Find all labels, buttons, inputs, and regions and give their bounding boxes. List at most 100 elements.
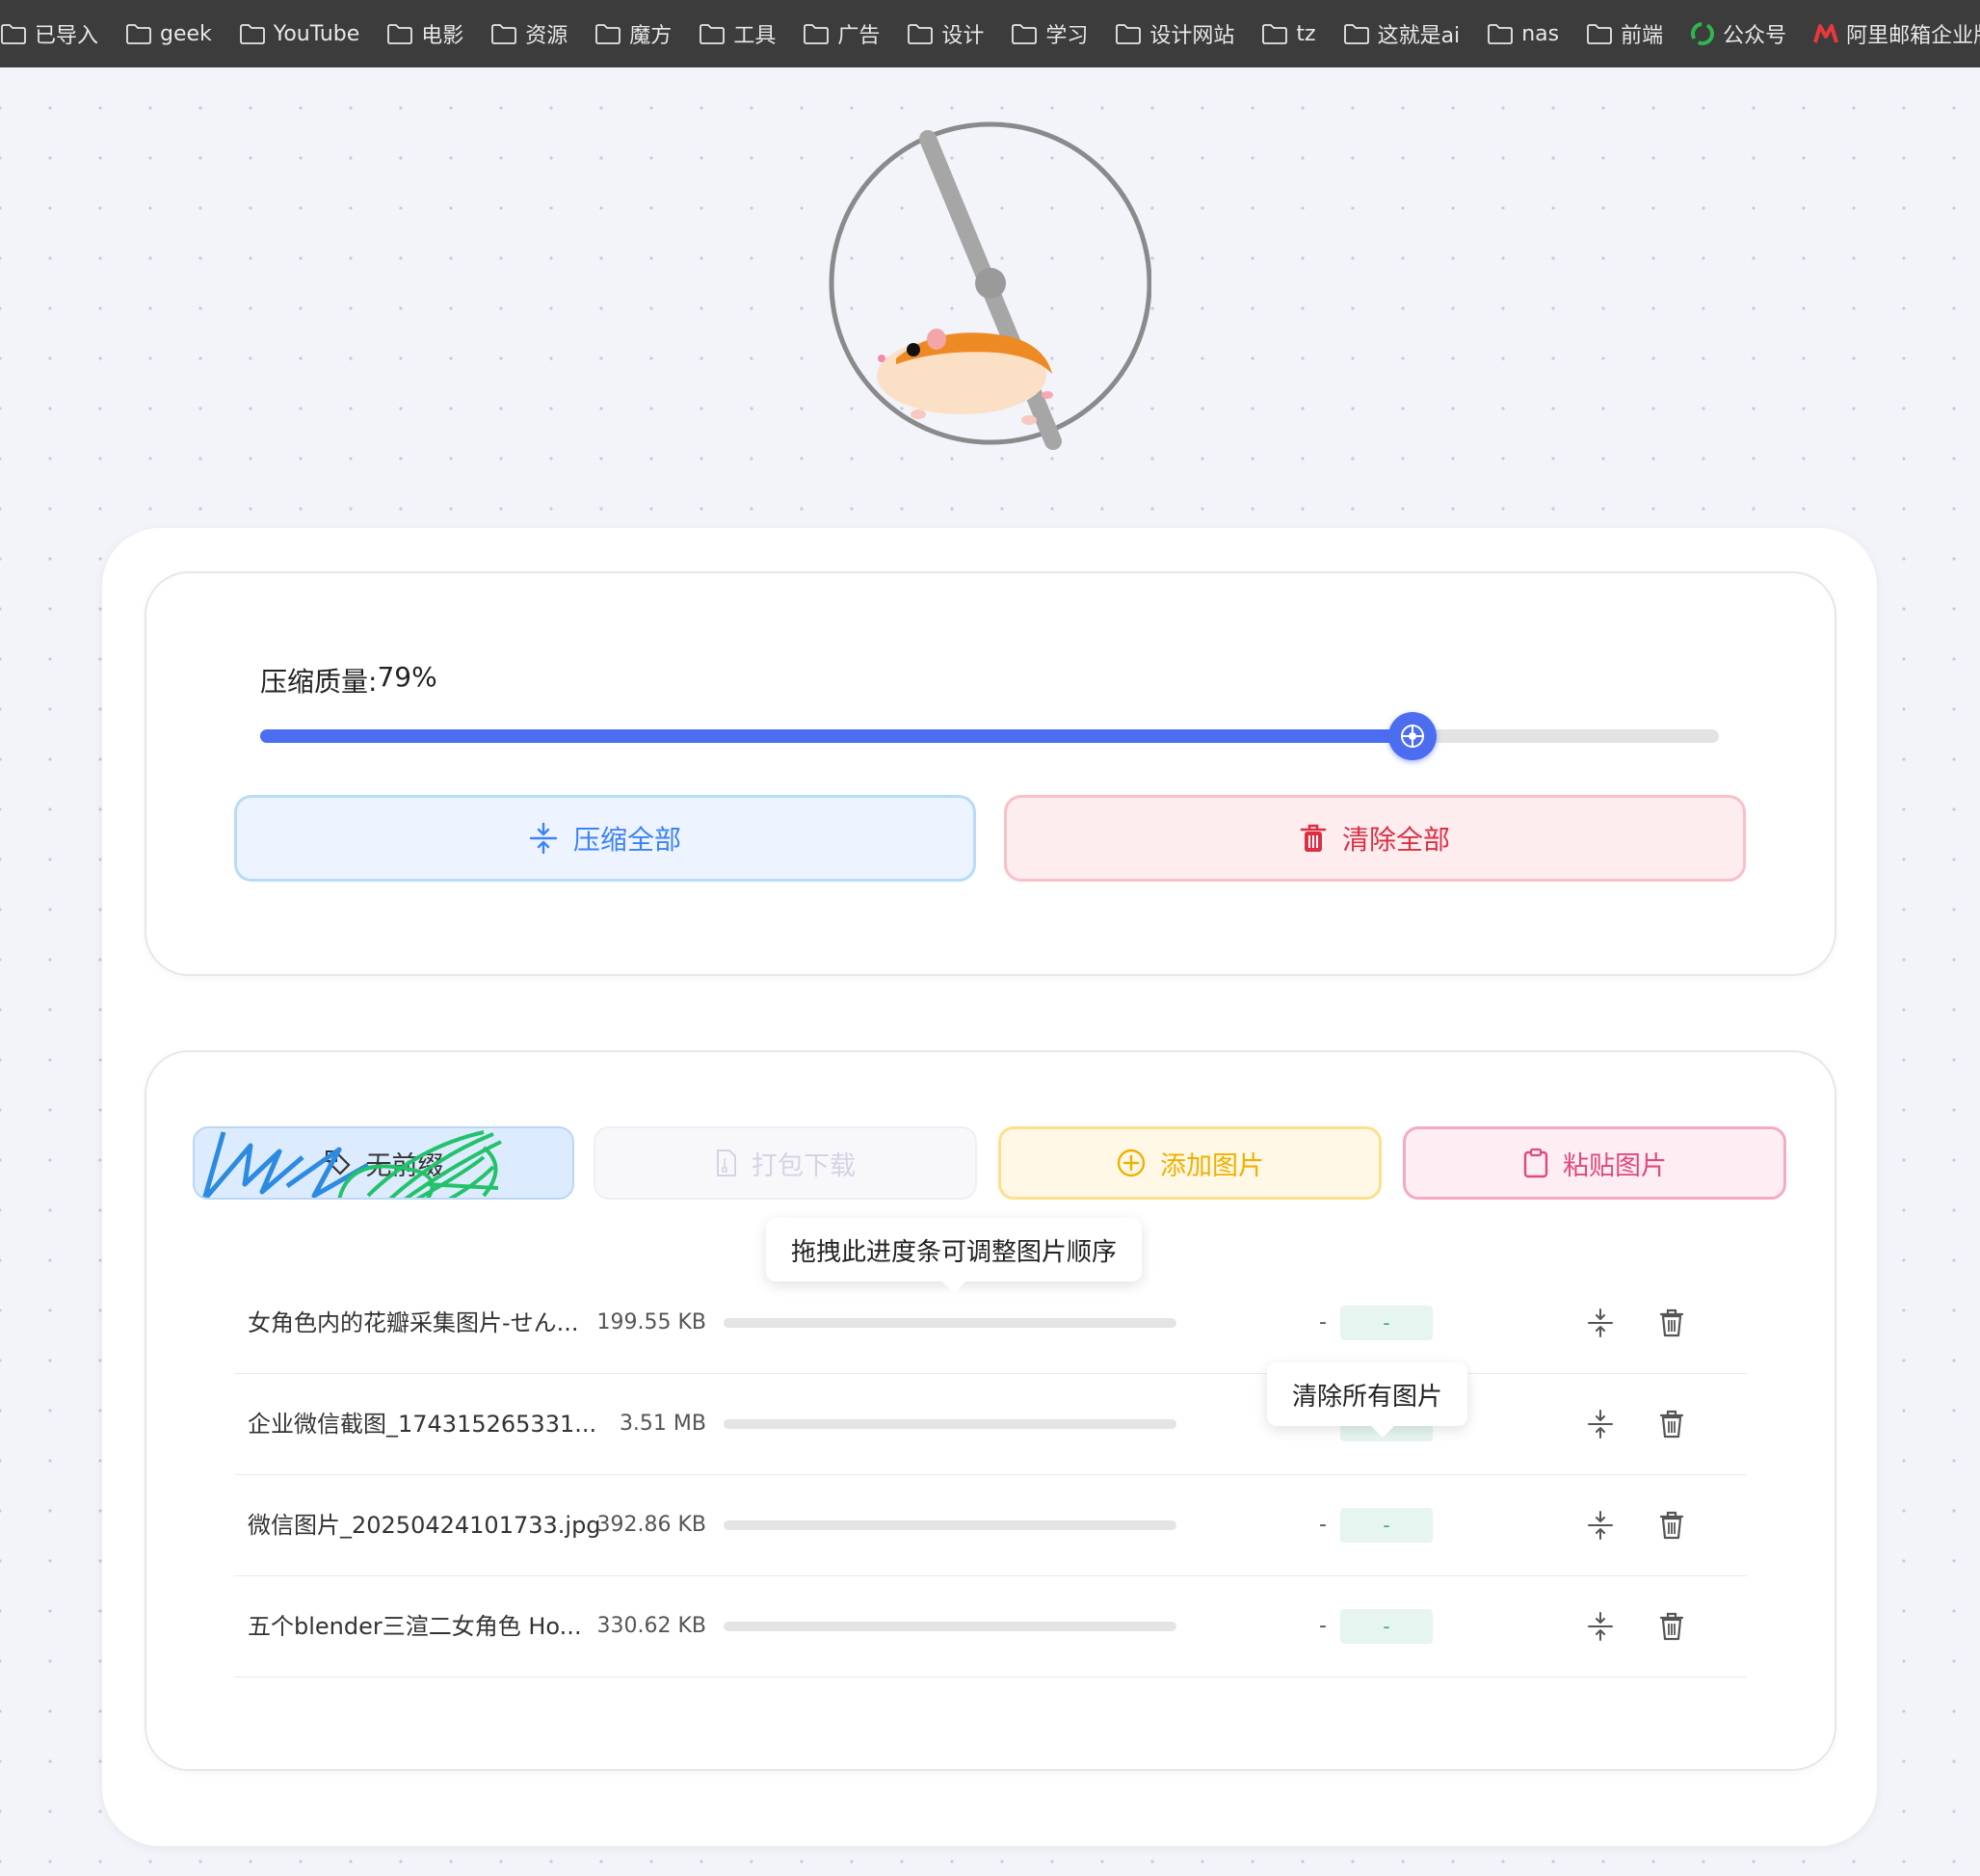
aliyun-mail-icon [1813,21,1846,46]
quality-value: 79% [377,661,437,693]
bookmark-label: 设计 [941,24,985,48]
file-size: 330.62 KB [596,1614,707,1638]
wechat-official-icon [1690,21,1723,46]
folder-icon [803,23,837,44]
clear-all-label: 清除全部 [1341,824,1450,856]
file-row[interactable]: 微信图片_20250424101733.jpg 392.86 KB - - [234,1475,1747,1576]
bookmark-label: 资源 [525,24,568,48]
file-progress-bar[interactable] [724,1520,1176,1530]
bookmark-label: 前端 [1621,24,1664,48]
file-zip-icon [717,1149,736,1176]
delete-icon[interactable] [1654,1609,1689,1644]
plus-circle-icon [1117,1149,1146,1177]
quality-label: 压缩质量: 79% [260,661,437,700]
compress-icon[interactable] [1583,1508,1618,1543]
bookmark-label: 广告 [837,24,881,48]
folder-icon [0,23,35,44]
bookmark-item[interactable]: 已导入 [0,0,112,67]
bookmark-label: YouTube [273,21,360,46]
bookmark-label: 设计网站 [1149,24,1235,48]
compress-all-label: 压缩全部 [572,824,681,856]
file-progress-bar[interactable] [724,1419,1176,1429]
folder-icon [594,23,629,44]
file-size: 392.86 KB [596,1513,707,1537]
compress-icon[interactable] [1583,1306,1618,1340]
paste-image-button[interactable]: 粘贴图片 [1403,1126,1786,1200]
compressed-size: - [1319,1513,1327,1537]
bookmark-label: 已导入 [35,24,99,48]
bookmark-item[interactable]: 公众号 [1676,0,1800,67]
file-row[interactable]: 女角色内的花瓣采集图片-せん... 199.55 KB - - [234,1273,1747,1374]
folder-icon [1487,23,1521,44]
folder-icon [490,23,525,44]
delete-icon[interactable] [1654,1508,1689,1543]
bookmark-item[interactable]: 设计 [893,0,997,67]
paste-label: 粘贴图片 [1563,1150,1667,1181]
file-progress-bar[interactable] [724,1622,1176,1631]
prefix-label: 无前缀 [365,1150,444,1181]
file-row[interactable]: 五个blender三渲二女角色 Ho... 330.62 KB - - [234,1576,1747,1678]
folder-icon [1261,23,1296,44]
quality-slider-fill [260,729,1413,743]
bookmark-label: 学习 [1045,24,1089,48]
folder-icon [1011,23,1045,44]
folder-icon [1343,23,1378,44]
bookmark-item[interactable]: 这就是ai [1330,0,1474,67]
compressed-size: - [1319,1614,1327,1638]
bookmark-item[interactable]: 电影 [373,0,477,67]
folder-icon [699,23,733,44]
file-progress-bar[interactable] [724,1318,1176,1328]
compression-ratio-badge: - [1340,1306,1433,1340]
compress-icon[interactable] [1583,1407,1618,1441]
compression-ratio-badge: - [1340,1609,1433,1644]
bookmark-item[interactable]: nas [1473,0,1572,67]
bookmark-item[interactable]: 魔方 [581,0,685,67]
bookmark-item[interactable]: 阿里邮箱企业版 [1800,0,1980,67]
add-image-button[interactable]: 添加图片 [998,1126,1382,1200]
compress-icon [529,822,558,855]
file-size: 199.55 KB [596,1310,707,1334]
drag-hint-tooltip: 拖拽此进度条可调整图片顺序 [766,1218,1143,1293]
download-zip-button[interactable]: 打包下载 [594,1126,977,1200]
bookmark-item[interactable]: 前端 [1572,0,1676,67]
folder-icon [239,23,274,44]
quality-slider-thumb[interactable] [1388,712,1438,760]
delete-icon[interactable] [1654,1306,1689,1340]
bookmark-label: 公众号 [1723,24,1787,48]
bookmark-item[interactable]: geek [112,0,225,67]
bookmark-item[interactable]: tz [1248,0,1329,67]
add-label: 添加图片 [1160,1150,1264,1181]
folder-icon [125,23,160,44]
file-size: 3.51 MB [619,1412,706,1436]
file-row[interactable]: 企业微信截图_174315265331...3.51 MB-- [234,1374,1747,1475]
hamster-wheel-illustration [824,116,1152,453]
delete-icon[interactable] [1654,1407,1689,1441]
bookmark-label: 电影 [421,24,464,48]
clipboard-icon [1523,1148,1548,1178]
bookmark-item[interactable]: 资源 [477,0,581,67]
bookmark-label: 阿里邮箱企业版 [1846,24,1980,48]
prefix-toggle-button[interactable]: 无前缀 [193,1126,574,1200]
compress-icon[interactable] [1583,1609,1618,1644]
settings-panel [145,571,1836,976]
folder-icon [907,23,941,44]
bookmark-item[interactable]: 工具 [685,0,789,67]
bookmark-item[interactable]: 广告 [789,0,893,67]
folder-icon [1586,23,1621,44]
bookmark-label: 工具 [733,24,777,48]
folder-icon [1115,23,1149,44]
bookmark-label: geek [160,21,212,46]
compressed-size: - [1319,1310,1327,1334]
bookmark-item[interactable]: 学习 [997,0,1101,67]
tag-icon [325,1150,351,1176]
bookmark-label: 魔方 [629,24,673,48]
bookmark-label: 这就是ai [1377,24,1461,48]
bookmark-bar: 已导入 geek YouTube 电影 资源 魔方 工具 广告 设计 学习 设计网站 tz 这就是ai n… [0,0,1980,67]
compress-all-button[interactable]: 压缩全部 [234,795,976,882]
clear-all-button[interactable]: 清除全部 [1004,795,1746,882]
quality-slider[interactable] [260,712,1719,760]
bookmark-item[interactable]: YouTube [225,0,373,67]
bookmark-item[interactable]: 设计网站 [1101,0,1248,67]
quality-label-text: 压缩质量: [260,666,378,698]
bookmark-label: tz [1296,21,1316,46]
